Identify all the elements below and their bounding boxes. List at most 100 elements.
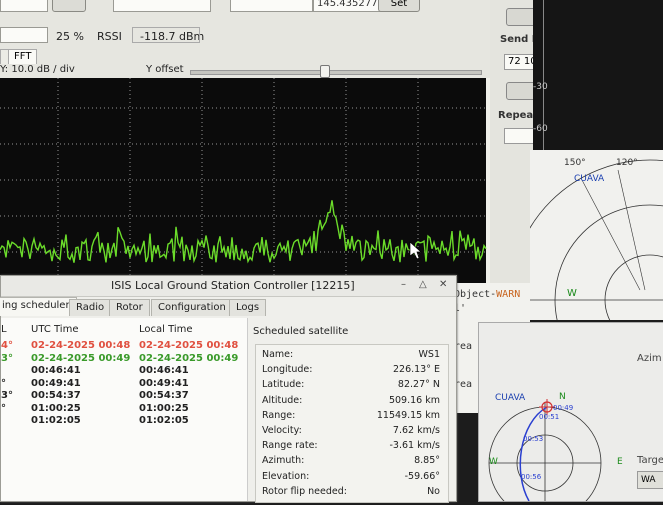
dark-plot-area: -30 -60 bbox=[533, 0, 663, 160]
close-icon[interactable]: ✕ bbox=[439, 279, 447, 290]
satellite-field-row: Elevation: -59.66° bbox=[256, 471, 448, 486]
polar-upper-west: W bbox=[567, 288, 577, 299]
target-field[interactable]: WA bbox=[637, 471, 663, 489]
schedule-cell-utc: 02-24-2025 00:48 bbox=[31, 340, 131, 351]
satellite-field-value: 8.85° bbox=[414, 455, 440, 467]
top-dropdown-2[interactable] bbox=[230, 0, 313, 12]
satellite-field-label: Altitude: bbox=[262, 394, 303, 406]
schedule-cell-utc: 00:54:37 bbox=[31, 390, 81, 401]
y-controls: Y: 10.0 dB / div Y offset bbox=[0, 64, 533, 78]
yoffset-slider-handle[interactable] bbox=[320, 65, 330, 78]
satellite-field-value: 11549.15 km bbox=[376, 409, 440, 421]
rssi-label: RSSI bbox=[97, 30, 122, 43]
column-header-l: L bbox=[1, 324, 7, 335]
pass-time-3: 00:53 bbox=[523, 435, 544, 443]
scheduled-satellite-panel: Scheduled satellite Name: WS1 Longitude: 22… bbox=[251, 318, 451, 503]
axis-tick-minus60: -60 bbox=[533, 124, 548, 134]
satellite-field-row: Velocity: 7.62 km/s bbox=[256, 425, 448, 440]
terminal-warn-text: WARN bbox=[496, 289, 521, 300]
satellite-field-label: Longitude: bbox=[262, 364, 313, 376]
column-header-local: Local Time bbox=[139, 324, 193, 335]
polar-lower-west: W bbox=[489, 457, 498, 467]
ground-station-dialog: ISIS Local Ground Station Controller [12… bbox=[0, 275, 457, 503]
scheduled-satellite-title: Scheduled satellite bbox=[253, 326, 349, 337]
schedule-cell-col0: 3° bbox=[1, 352, 13, 364]
satellite-field-label: Azimuth: bbox=[262, 455, 305, 467]
top-button-1[interactable] bbox=[52, 0, 86, 12]
target-field-text: WA bbox=[641, 475, 656, 485]
tab-scheduler[interactable]: ing scheduler bbox=[0, 297, 77, 316]
polar-lower-north: N bbox=[559, 392, 566, 402]
polar-upper-station: CUAVA bbox=[574, 174, 605, 184]
rssi-frame bbox=[132, 27, 200, 43]
terminal-line-1: Object-WARN bbox=[454, 289, 520, 300]
right-panel: Send I 72 10 Repea bbox=[490, 0, 542, 300]
polar-lower-station: CUAVA bbox=[495, 393, 526, 403]
satellite-field-row: Range rate: -3.61 km/s bbox=[256, 440, 448, 455]
satellite-field-value: 226.13° E bbox=[392, 364, 440, 376]
satellite-field-row: Altitude: 509.16 km bbox=[256, 395, 448, 410]
satellite-field-label: Latitude: bbox=[262, 379, 305, 391]
satellite-field-label: Velocity: bbox=[262, 425, 302, 436]
polar-plot-lower: CUAVA N W E 00:49 00:51 00:53 00:56 Azim… bbox=[478, 322, 663, 505]
satellite-field-row: Latitude: 82.27° N bbox=[256, 379, 448, 394]
schedule-cell-local: 01:00:25 bbox=[139, 402, 189, 414]
repeat-label: Repea bbox=[498, 110, 534, 121]
satellite-field-label: Range: bbox=[262, 409, 296, 421]
schedule-cell-col0: ° bbox=[1, 377, 6, 389]
terminal-object-text: Object- bbox=[454, 289, 497, 300]
set-button[interactable]: Set bbox=[378, 0, 420, 12]
satellite-field-value: -59.66° bbox=[404, 470, 440, 482]
tab-radio[interactable]: Radio bbox=[69, 299, 112, 316]
schedule-cell-local: 01:02:05 bbox=[139, 415, 189, 426]
fft-plot bbox=[0, 78, 490, 283]
satellite-field-value: WS1 bbox=[418, 349, 440, 360]
schedule-cell-utc: 00:49:41 bbox=[31, 377, 81, 389]
level-percent: 25 % bbox=[56, 30, 84, 43]
schedule-table: L UTC Time Local Time 4° 02-24-2025 00:48… bbox=[1, 318, 248, 501]
dialog-titlebar[interactable]: ISIS Local Ground Station Controller [12… bbox=[1, 276, 456, 297]
satellite-field-row: Name: WS1 bbox=[256, 349, 448, 364]
column-header-utc: UTC Time bbox=[31, 324, 79, 335]
tab-configuration[interactable]: Configuration bbox=[151, 299, 233, 316]
tab-logs[interactable]: Logs bbox=[229, 299, 267, 316]
satellite-field-label: Range rate: bbox=[262, 440, 318, 452]
tab-rotor[interactable]: Rotor bbox=[109, 299, 150, 316]
schedule-cell-local: 00:54:37 bbox=[139, 390, 189, 401]
dialog-tabs: ing scheduler Radio Rotor Configuration … bbox=[0, 297, 456, 317]
schedule-cell-local: 00:49:41 bbox=[139, 377, 189, 389]
target-label: Targe bbox=[637, 455, 663, 466]
satellite-field-value: 82.27° N bbox=[397, 379, 440, 391]
satellite-field-row: Longitude: 226.13° E bbox=[256, 364, 448, 379]
ydiv-label: Y: 10.0 dB / div bbox=[0, 64, 75, 75]
top-dropdown-1[interactable] bbox=[113, 0, 211, 12]
schedule-cell-utc: 01:02:05 bbox=[31, 415, 81, 426]
tab-fft[interactable]: FFT bbox=[8, 49, 38, 65]
satellite-field-label: Rotor flip needed: bbox=[262, 485, 347, 497]
satellite-field-row: Rotor flip needed: No bbox=[256, 486, 448, 501]
satellite-field-label: Name: bbox=[262, 349, 294, 360]
satellite-field-value: 7.62 km/s bbox=[392, 425, 440, 436]
pass-time-1: 00:49 bbox=[553, 404, 574, 412]
satellite-info-box: Name: WS1 Longitude: 226.13° E Latitude: 82.2… bbox=[255, 344, 449, 503]
top-field-1[interactable] bbox=[0, 0, 48, 12]
satellite-field-label: Elevation: bbox=[262, 470, 310, 482]
schedule-cell-col0: 3° bbox=[1, 390, 13, 401]
yoffset-slider[interactable] bbox=[190, 70, 482, 75]
dialog-title: ISIS Local Ground Station Controller [12… bbox=[111, 279, 355, 292]
maximize-icon[interactable]: △ bbox=[419, 279, 427, 290]
minimize-icon[interactable]: – bbox=[401, 279, 406, 290]
satellite-field-row: Azimuth: 8.85° bbox=[256, 455, 448, 470]
schedule-cell-col0: 4° bbox=[1, 340, 13, 351]
schedule-cell-utc: 01:00:25 bbox=[31, 402, 81, 414]
polar-plot-lower-canvas bbox=[488, 399, 602, 505]
schedule-cell-col0: ° bbox=[1, 402, 6, 414]
polar-plot-upper: 150° 120° CUAVA W bbox=[509, 150, 663, 441]
satellite-field-row: Range: 11549.15 km bbox=[256, 410, 448, 425]
plot-tabs: FFT bbox=[0, 48, 533, 65]
send-label: Send I bbox=[500, 34, 536, 45]
satellite-field-value: 509.16 km bbox=[388, 394, 440, 406]
schedule-cell-local: 00:46:41 bbox=[139, 365, 189, 376]
schedule-cell-utc: 02-24-2025 00:49 bbox=[31, 352, 131, 364]
frequency-input[interactable]: 145.435277 bbox=[313, 0, 383, 12]
